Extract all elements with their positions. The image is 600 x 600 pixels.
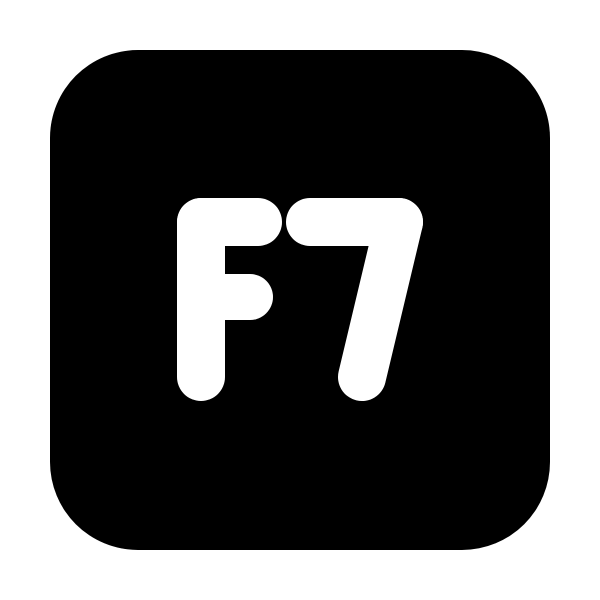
f7-key-icon — [50, 50, 550, 550]
icon-canvas: F7 — [0, 0, 600, 600]
key-background — [50, 50, 550, 550]
